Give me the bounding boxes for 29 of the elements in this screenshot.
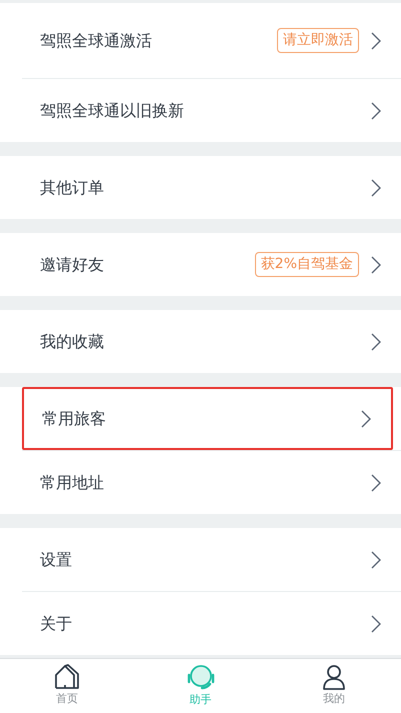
- menu-label: 驾照全球通以旧换新: [40, 100, 185, 122]
- chevron-right-icon: [371, 32, 381, 50]
- headset-icon: [186, 663, 216, 692]
- menu-item[interactable]: 设置: [22, 528, 401, 591]
- chevron-right-icon: [371, 102, 381, 120]
- menu-item[interactable]: 常用地址: [22, 451, 401, 514]
- menu-label: 邀请好友: [40, 254, 105, 276]
- promo-tag: 请立即激活: [277, 28, 359, 53]
- chevron-right-icon: [371, 178, 381, 196]
- chevron-right-icon: [371, 550, 381, 568]
- menu-label: 设置: [40, 548, 73, 570]
- menu-item[interactable]: 驾照全球通激活 请立即激活: [22, 3, 401, 78]
- menu-label: 常用地址: [40, 472, 105, 494]
- chevron-right-icon: [371, 332, 381, 350]
- menu-label: 其他订单: [40, 176, 105, 198]
- menu-item[interactable]: 驾照全球通以旧换新: [22, 79, 401, 142]
- menu-label: 常用旅客: [42, 408, 107, 430]
- chevron-right-icon: [361, 410, 371, 428]
- chevron-right-icon: [371, 614, 381, 632]
- house-icon: [54, 664, 80, 690]
- menu-item[interactable]: 关于: [22, 592, 401, 655]
- chevron-right-icon: [371, 474, 381, 492]
- promo-tag: 获2%自驾基金: [254, 252, 359, 277]
- person-icon: [322, 664, 346, 690]
- menu-item[interactable]: 常用旅客: [22, 387, 393, 450]
- menu-label: 关于: [40, 612, 73, 634]
- chevron-right-icon: [371, 256, 381, 274]
- menu-label: 驾照全球通激活: [40, 30, 153, 52]
- menu-label: 我的收藏: [40, 330, 105, 352]
